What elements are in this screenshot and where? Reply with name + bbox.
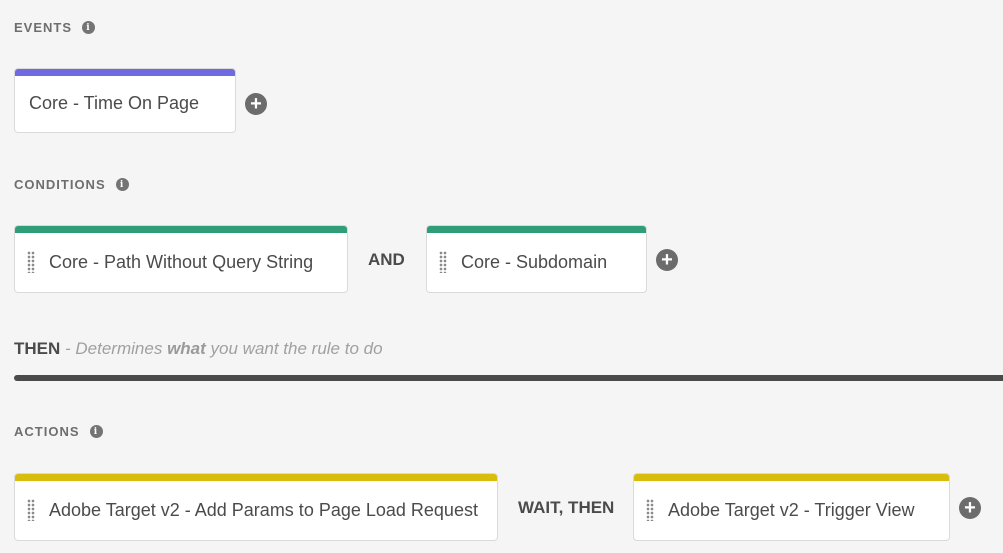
action-card-add-params[interactable]: Adobe Target v2 - Add Params to Page Loa… (14, 473, 498, 541)
action-color-bar (15, 474, 497, 481)
conditions-heading: CONDITIONS i (14, 177, 129, 192)
event-label: Core - Time On Page (29, 93, 200, 113)
condition-card-path-without-query-string[interactable]: Core - Path Without Query String (14, 225, 348, 293)
then-description: THEN - Determines what you want the rule… (14, 339, 383, 359)
drag-handle-icon[interactable] (646, 499, 654, 521)
condition-label: Core - Path Without Query String (49, 251, 314, 272)
drag-handle-icon[interactable] (27, 499, 35, 521)
wait-then-connector: WAIT, THEN (518, 498, 615, 517)
drag-handle-icon[interactable] (439, 251, 447, 273)
action-label: Adobe Target v2 - Trigger View (668, 499, 915, 520)
drag-handle-icon[interactable] (27, 251, 35, 273)
event-color-bar (15, 69, 235, 76)
add-action-button[interactable]: + (959, 497, 981, 519)
actions-heading: ACTIONS i (14, 424, 103, 439)
action-color-bar (634, 474, 949, 481)
events-heading-label: EVENTS (14, 20, 73, 35)
then-desc-strong: what (167, 339, 206, 358)
action-card-trigger-view[interactable]: Adobe Target v2 - Trigger View (633, 473, 950, 541)
condition-label: Core - Subdomain (461, 251, 608, 272)
action-label: Adobe Target v2 - Add Params to Page Loa… (49, 499, 478, 520)
then-desc-prefix: - Determines (65, 339, 163, 358)
event-card-time-on-page[interactable]: Core - Time On Page (14, 68, 236, 133)
then-divider (14, 375, 1003, 381)
condition-color-bar (427, 226, 646, 233)
info-icon[interactable]: i (89, 425, 103, 438)
info-icon[interactable]: i (115, 178, 129, 191)
info-icon[interactable]: i (82, 21, 96, 34)
then-keyword: THEN (14, 339, 61, 358)
events-heading: EVENTS i (14, 20, 96, 35)
actions-heading-label: ACTIONS (14, 424, 80, 439)
condition-card-subdomain[interactable]: Core - Subdomain (426, 225, 647, 293)
conditions-heading-label: CONDITIONS (14, 177, 106, 192)
condition-color-bar (15, 226, 347, 233)
then-desc-suffix: you want the rule to do (210, 339, 383, 358)
add-event-button[interactable]: + (245, 93, 267, 115)
and-connector: AND (368, 250, 405, 269)
add-condition-button[interactable]: + (656, 249, 678, 271)
